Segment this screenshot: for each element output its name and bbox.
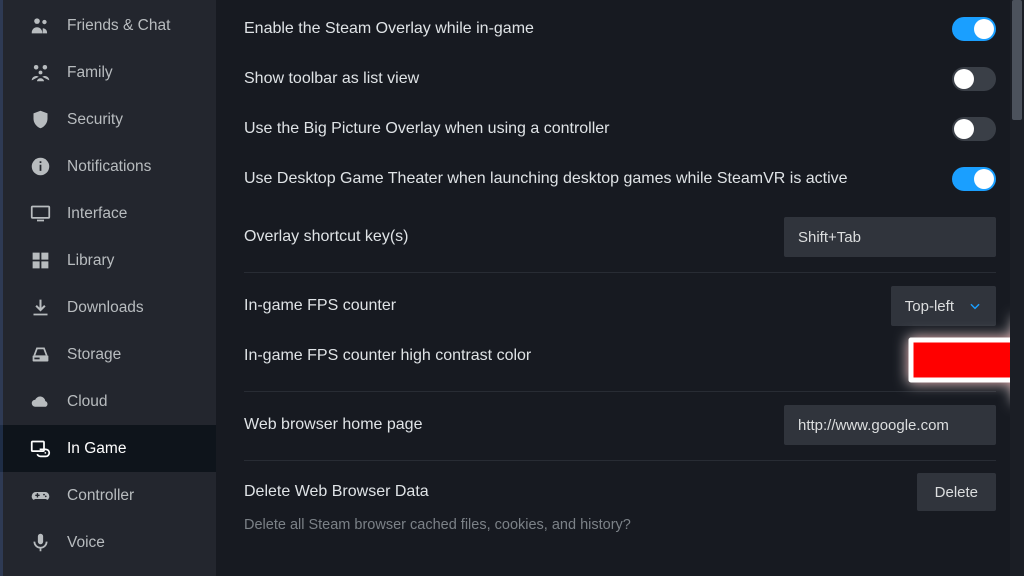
setting-browser-home: Web browser home page http://www.google.… <box>244 400 996 450</box>
toggle-big-picture-overlay[interactable] <box>952 117 996 141</box>
setting-label: Web browser home page <box>244 416 422 434</box>
setting-enable-overlay: Enable the Steam Overlay while in-game <box>244 4 996 54</box>
drive-icon <box>30 344 51 365</box>
divider <box>244 272 996 273</box>
setting-toolbar-list: Show toolbar as list view <box>244 54 996 104</box>
dropdown-value: Top-left <box>905 298 954 315</box>
setting-label: Delete Web Browser Data <box>244 483 429 501</box>
setting-fps-counter: In-game FPS counter Top-left <box>244 281 996 331</box>
sidebar-item-label: Security <box>67 111 123 129</box>
sidebar-item-label: Cloud <box>67 393 108 411</box>
cloud-icon <box>30 391 51 412</box>
overlay-shortcut-input[interactable]: Shift+Tab <box>784 217 996 257</box>
sidebar-item-voice[interactable]: Voice <box>0 519 216 566</box>
sidebar-item-storage[interactable]: Storage <box>0 331 216 378</box>
controller-icon <box>30 485 51 506</box>
divider <box>244 391 996 392</box>
setting-overlay-shortcut: Overlay shortcut key(s) Shift+Tab <box>244 212 996 262</box>
friends-icon <box>30 15 51 36</box>
setting-label: In-game FPS counter <box>244 297 396 315</box>
mic-icon <box>30 532 51 553</box>
sidebar-item-label: Downloads <box>67 299 144 317</box>
setting-desktop-theater: Use Desktop Game Theater when launching … <box>244 154 996 204</box>
sidebar-item-label: Voice <box>67 534 105 552</box>
sidebar-item-security[interactable]: Security <box>0 96 216 143</box>
scrollbar[interactable] <box>1010 0 1024 576</box>
ingame-icon <box>30 438 51 459</box>
input-value: http://www.google.com <box>798 417 949 434</box>
input-value: Shift+Tab <box>798 229 861 246</box>
sidebar-item-library[interactable]: Library <box>0 237 216 284</box>
sidebar-item-label: Friends & Chat <box>67 17 170 35</box>
settings-panel: Enable the Steam Overlay while in-game S… <box>216 0 1024 576</box>
fps-counter-dropdown[interactable]: Top-left <box>891 286 996 326</box>
family-icon <box>30 62 51 83</box>
scrollbar-thumb[interactable] <box>1012 0 1022 120</box>
sidebar-item-label: Controller <box>67 487 134 505</box>
sidebar-item-notifications[interactable]: Notifications <box>0 143 216 190</box>
toggle-enable-overlay[interactable] <box>952 17 996 41</box>
grid-icon <box>30 250 51 271</box>
settings-sidebar: Friends & Chat Family Security Notificat… <box>0 0 216 576</box>
setting-label: Show toolbar as list view <box>244 70 419 88</box>
setting-label: Overlay shortcut key(s) <box>244 228 408 246</box>
setting-delete-browser-data: Delete Web Browser Data Delete <box>244 469 996 515</box>
delete-button[interactable]: Delete <box>917 473 996 511</box>
setting-label: In-game FPS counter high contrast color <box>244 347 531 365</box>
button-label: Delete <box>935 484 978 501</box>
sidebar-item-label: Interface <box>67 205 127 223</box>
setting-label: Use Desktop Game Theater when launching … <box>244 170 848 188</box>
sidebar-item-cloud[interactable]: Cloud <box>0 378 216 425</box>
divider <box>244 460 996 461</box>
toggle-fps-high-contrast[interactable] <box>952 344 996 368</box>
chevron-down-icon <box>968 299 982 313</box>
sidebar-item-label: Notifications <box>67 158 151 176</box>
toggle-toolbar-list[interactable] <box>952 67 996 91</box>
setting-label: Use the Big Picture Overlay when using a… <box>244 120 610 138</box>
sidebar-item-label: In Game <box>67 440 126 458</box>
sidebar-item-friends-chat[interactable]: Friends & Chat <box>0 2 216 49</box>
sidebar-item-label: Library <box>67 252 114 270</box>
sidebar-item-interface[interactable]: Interface <box>0 190 216 237</box>
sidebar-item-controller[interactable]: Controller <box>0 472 216 519</box>
info-icon <box>30 156 51 177</box>
setting-fps-high-contrast: In-game FPS counter high contrast color <box>244 331 996 381</box>
sidebar-item-in-game[interactable]: In Game <box>0 425 216 472</box>
sidebar-item-family[interactable]: Family <box>0 49 216 96</box>
shield-icon <box>30 109 51 130</box>
monitor-icon <box>30 203 51 224</box>
download-icon <box>30 297 51 318</box>
toggle-desktop-theater[interactable] <box>952 167 996 191</box>
browser-home-input[interactable]: http://www.google.com <box>784 405 996 445</box>
setting-label: Enable the Steam Overlay while in-game <box>244 20 534 38</box>
setting-subtext: Delete all Steam browser cached files, c… <box>244 517 996 533</box>
sidebar-item-label: Storage <box>67 346 121 364</box>
sidebar-item-label: Family <box>67 64 113 82</box>
setting-big-picture-overlay: Use the Big Picture Overlay when using a… <box>244 104 996 154</box>
sidebar-item-downloads[interactable]: Downloads <box>0 284 216 331</box>
